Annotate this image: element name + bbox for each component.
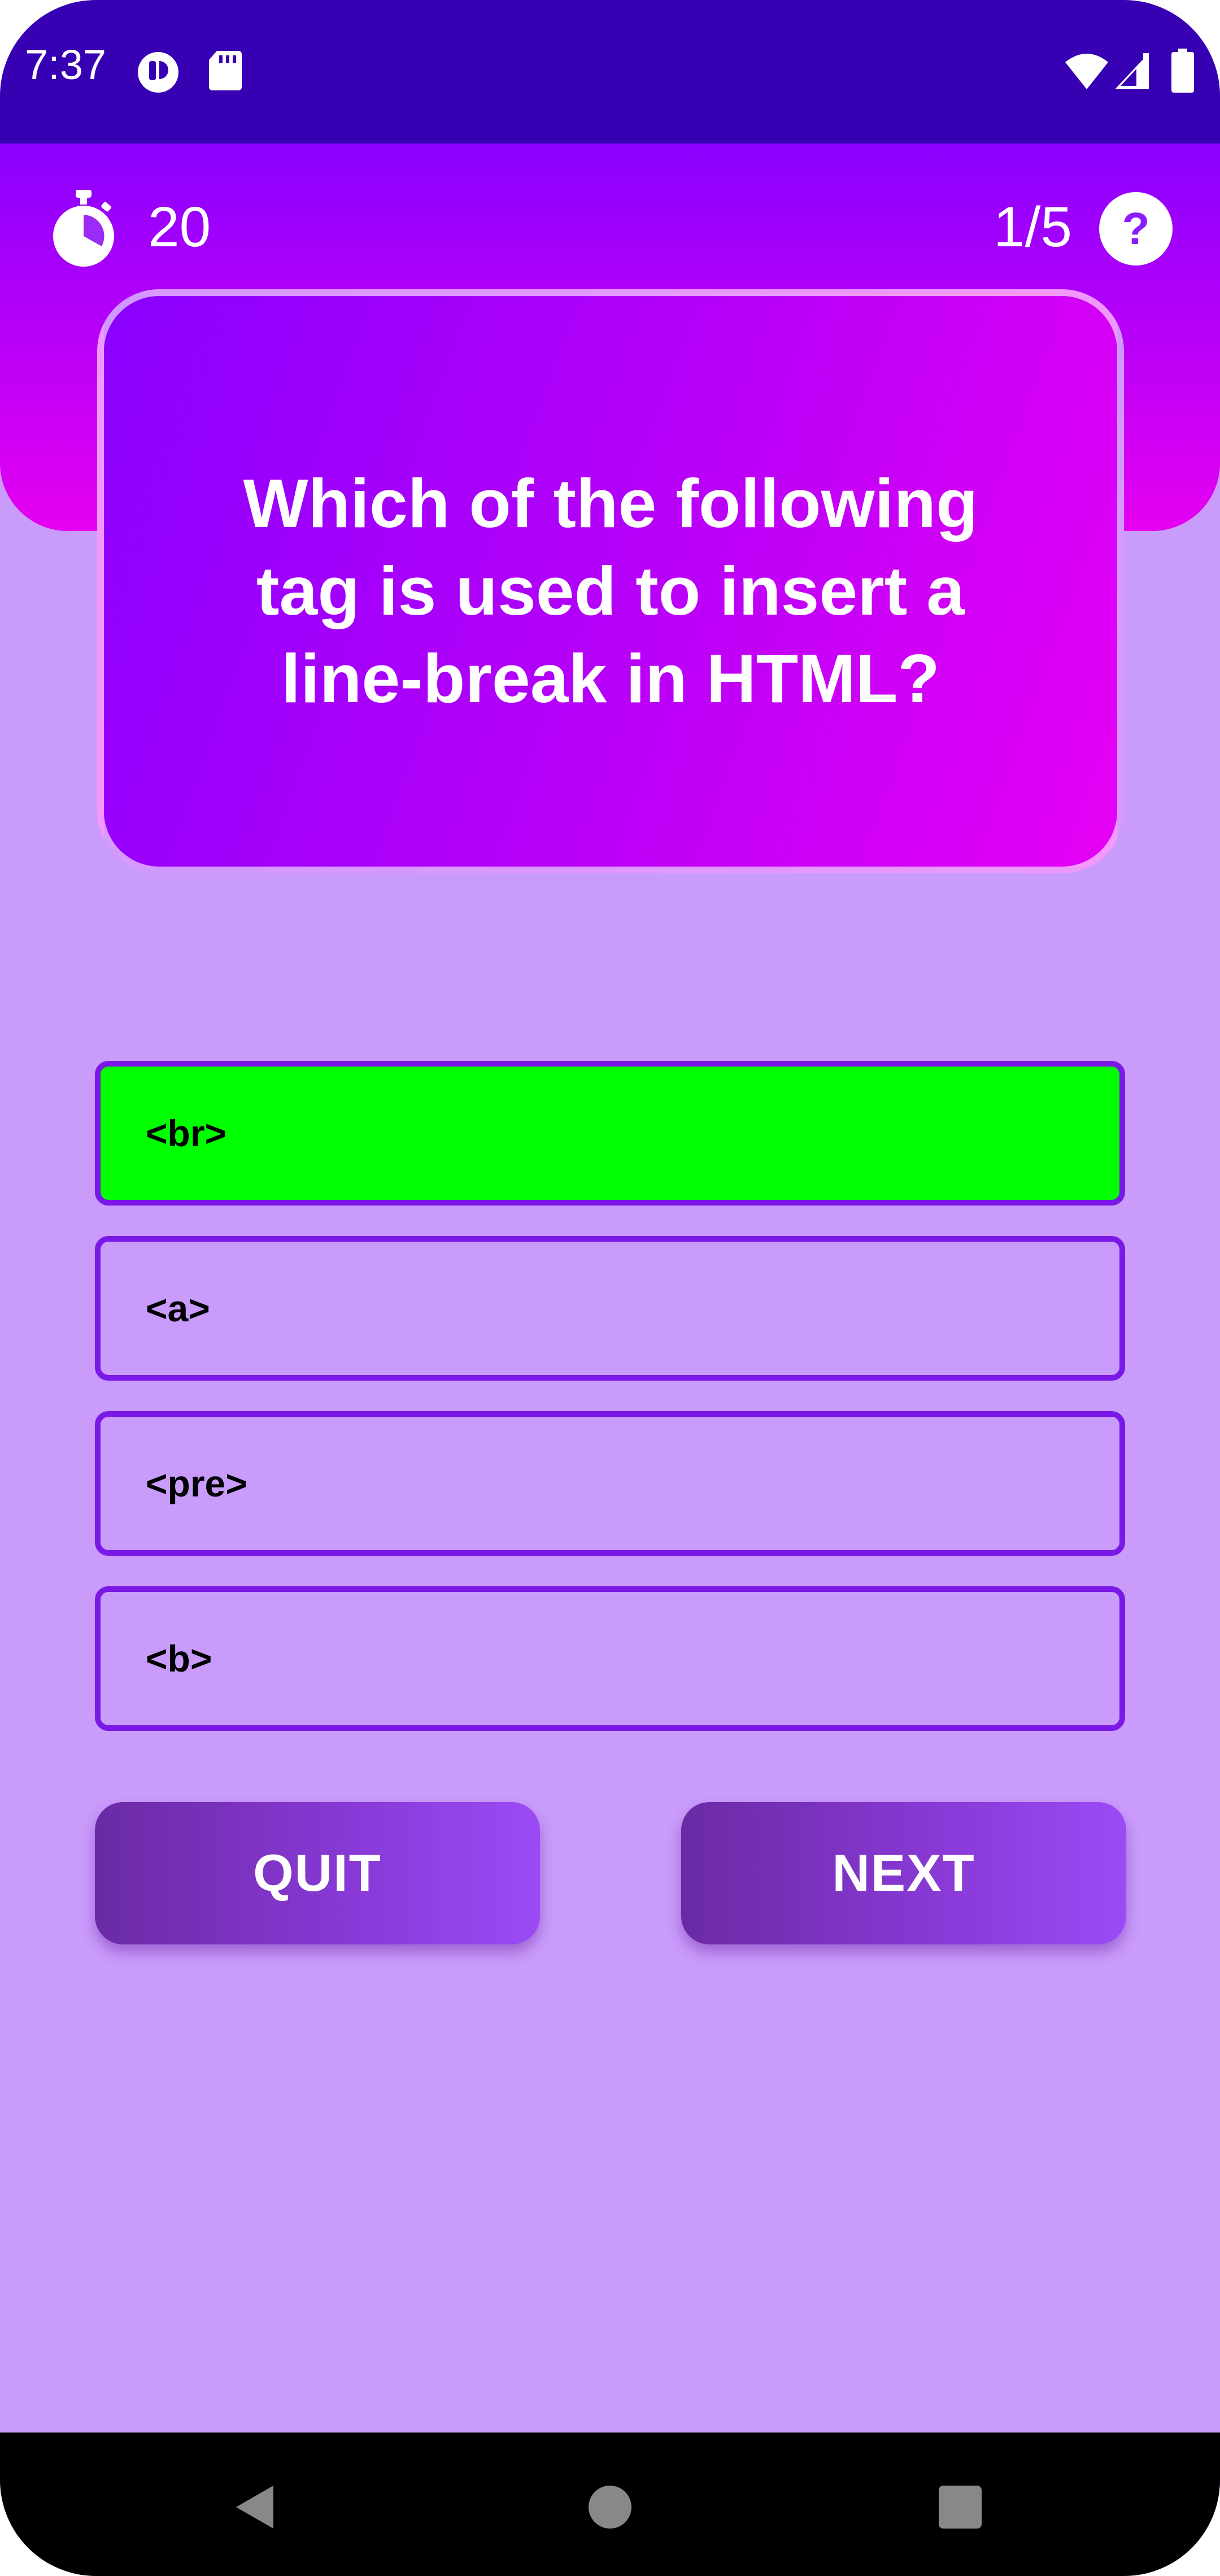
app-screen: 7:37 20 1/5 ? Which of the following tag… xyxy=(0,0,1220,2576)
help-icon[interactable]: ? xyxy=(1099,192,1173,266)
answer-option-3[interactable]: <pre> xyxy=(95,1411,1125,1556)
recents-icon[interactable] xyxy=(938,2484,983,2530)
back-icon[interactable] xyxy=(233,2483,276,2531)
quit-button-label: QUIT xyxy=(253,1844,382,1902)
option-label: <a> xyxy=(146,1287,210,1329)
next-button-label: NEXT xyxy=(832,1844,975,1902)
option-label: <pre> xyxy=(146,1463,247,1504)
quit-button[interactable]: QUIT xyxy=(95,1802,540,1944)
home-icon[interactable] xyxy=(587,2484,633,2530)
wifi-icon xyxy=(1065,54,1108,89)
help-symbol: ? xyxy=(1122,203,1150,254)
question-progress: 1/5 xyxy=(993,195,1072,259)
answer-option-2[interactable]: <a> xyxy=(95,1236,1125,1381)
next-button[interactable]: NEXT xyxy=(681,1802,1126,1944)
answer-option-1[interactable]: <br> xyxy=(95,1061,1125,1206)
option-label: <b> xyxy=(146,1638,212,1679)
answer-option-4[interactable]: <b> xyxy=(95,1586,1125,1731)
answer-options: <br> <a> <pre> <b> xyxy=(95,1061,1125,1761)
battery-icon xyxy=(1171,49,1194,93)
timer-value: 20 xyxy=(148,195,211,259)
option-label: <br> xyxy=(146,1112,227,1154)
cellular-signal-icon xyxy=(1115,53,1149,89)
question-text: Which of the following tag is used to in… xyxy=(243,465,978,717)
navigation-bar xyxy=(0,2433,1220,2576)
status-time: 7:37 xyxy=(25,41,107,88)
stopwatch-icon xyxy=(53,190,114,267)
app-notification-icon xyxy=(138,52,178,93)
status-bar: 7:37 xyxy=(0,0,1220,143)
sd-card-icon xyxy=(209,51,242,90)
question-card: Which of the following tag is used to in… xyxy=(97,289,1124,873)
